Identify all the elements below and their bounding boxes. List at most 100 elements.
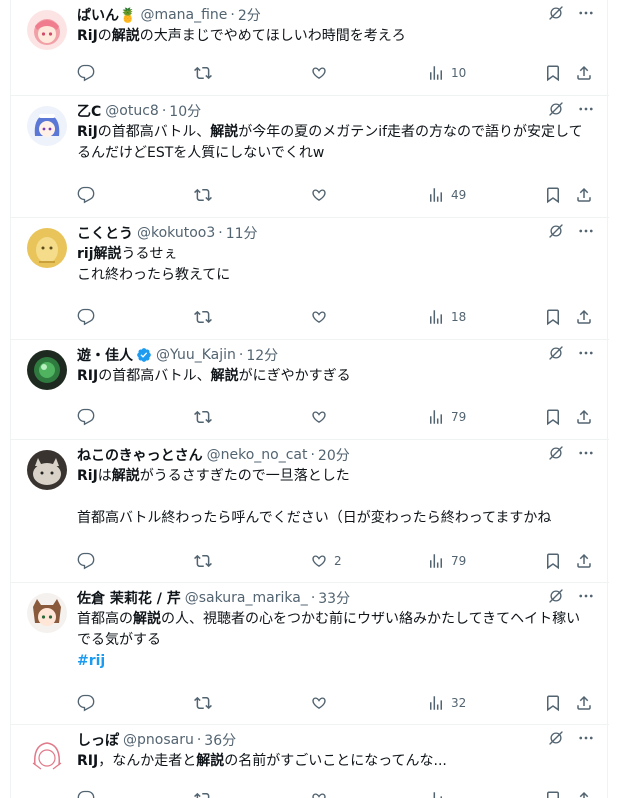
tweet[interactable]: ねこのきゃっとさん @neko_no_cat · 20分 RiJは解説がうるさす… bbox=[11, 440, 609, 583]
avatar[interactable] bbox=[27, 450, 67, 490]
separator-dot: · bbox=[218, 225, 223, 241]
retweet-button[interactable] bbox=[194, 305, 212, 329]
more-button[interactable] bbox=[577, 344, 595, 366]
views-button[interactable] bbox=[427, 787, 451, 798]
display-name[interactable]: 遊・佳人 bbox=[77, 345, 133, 365]
avatar[interactable] bbox=[27, 228, 67, 268]
bookmark-button[interactable] bbox=[544, 405, 562, 429]
user-handle[interactable]: @Yuu_Kajin bbox=[156, 347, 236, 363]
avatar[interactable] bbox=[27, 106, 67, 146]
timestamp[interactable]: 33分 bbox=[318, 588, 350, 608]
tweet[interactable]: こくとう @kokutoo3 · 11分 rij解説うるせぇ これ終わったら教え… bbox=[11, 218, 609, 340]
share-button[interactable] bbox=[575, 691, 593, 715]
grok-button[interactable] bbox=[547, 444, 565, 466]
views-button[interactable]: 10 bbox=[427, 61, 466, 85]
bookmark-button[interactable] bbox=[544, 61, 562, 85]
tweet-body: しっぽ @pnosaru · 36分 RIJ，なんか走者と解説の名前がすごいこと… bbox=[77, 729, 593, 772]
grok-button[interactable] bbox=[547, 344, 565, 366]
share-icon bbox=[577, 65, 591, 80]
grok-button[interactable] bbox=[547, 729, 565, 751]
timestamp[interactable]: 11分 bbox=[226, 223, 258, 243]
view-count: 79 bbox=[451, 410, 467, 424]
user-handle[interactable]: @sakura_marika_ bbox=[185, 590, 308, 606]
bookmark-button[interactable] bbox=[544, 787, 562, 798]
more-button[interactable] bbox=[577, 444, 595, 466]
more-button[interactable] bbox=[577, 729, 595, 751]
views-button[interactable]: 79 bbox=[427, 549, 466, 573]
tweet-actions: 18 bbox=[77, 305, 593, 329]
avatar[interactable] bbox=[27, 735, 67, 775]
reply-button[interactable] bbox=[77, 61, 101, 85]
like-button[interactable] bbox=[310, 787, 334, 798]
retweet-button[interactable] bbox=[194, 183, 212, 207]
reply-button[interactable] bbox=[77, 787, 101, 798]
timestamp[interactable]: 12分 bbox=[246, 345, 278, 365]
reply-button[interactable] bbox=[77, 183, 101, 207]
tweet[interactable]: 遊・佳人 @Yuu_Kajin · 12分 RIJの首都高バトル、解説がにぎやか… bbox=[11, 340, 609, 440]
share-button[interactable] bbox=[575, 183, 593, 207]
avatar[interactable] bbox=[27, 350, 67, 390]
tweet-top-actions bbox=[547, 444, 595, 466]
retweet-button[interactable] bbox=[194, 549, 212, 573]
display-name[interactable]: こくとう bbox=[77, 223, 133, 243]
like-button[interactable]: 2 bbox=[310, 549, 342, 573]
tweet[interactable]: ぱいん🍍 @mana_fine · 2分 RiJの解説の大声まじでやめてほしいわ… bbox=[11, 0, 609, 96]
grok-button[interactable] bbox=[547, 587, 565, 609]
retweet-button[interactable] bbox=[194, 787, 212, 798]
user-handle[interactable]: @neko_no_cat bbox=[207, 447, 308, 463]
views-button[interactable]: 18 bbox=[427, 305, 466, 329]
bookmark-button[interactable] bbox=[544, 549, 562, 573]
views-button[interactable]: 32 bbox=[427, 691, 466, 715]
user-handle[interactable]: @mana_fine bbox=[140, 7, 227, 23]
tweet[interactable]: 佐倉 茉莉花 / 芹 @sakura_marika_ · 33分 首都高の解説の… bbox=[11, 583, 609, 725]
reply-button[interactable] bbox=[77, 549, 101, 573]
bookmark-button[interactable] bbox=[544, 183, 562, 207]
retweet-icon bbox=[194, 410, 212, 424]
more-button[interactable] bbox=[577, 222, 595, 244]
timestamp[interactable]: 2分 bbox=[238, 5, 261, 25]
grok-button[interactable] bbox=[547, 222, 565, 244]
timestamp[interactable]: 10分 bbox=[169, 101, 201, 121]
like-button[interactable] bbox=[310, 691, 334, 715]
user-handle[interactable]: @otuc8 bbox=[105, 103, 159, 119]
like-button[interactable] bbox=[310, 305, 334, 329]
share-button[interactable] bbox=[575, 787, 593, 798]
retweet-button[interactable] bbox=[194, 61, 212, 85]
display-name[interactable]: 乙C bbox=[77, 101, 101, 121]
display-name[interactable]: しっぽ bbox=[77, 730, 119, 750]
share-button[interactable] bbox=[575, 405, 593, 429]
share-button[interactable] bbox=[575, 61, 593, 85]
display-name[interactable]: 佐倉 茉莉花 / 芹 bbox=[77, 588, 181, 608]
grok-button[interactable] bbox=[547, 4, 565, 26]
more-button[interactable] bbox=[577, 4, 595, 26]
views-button[interactable]: 79 bbox=[427, 405, 466, 429]
grok-icon bbox=[549, 731, 563, 745]
views-button[interactable]: 49 bbox=[427, 183, 466, 207]
retweet-button[interactable] bbox=[194, 691, 212, 715]
user-handle[interactable]: @kokutoo3 bbox=[137, 225, 215, 241]
bookmark-button[interactable] bbox=[544, 691, 562, 715]
timestamp[interactable]: 36分 bbox=[204, 730, 236, 750]
more-button[interactable] bbox=[577, 587, 595, 609]
reply-button[interactable] bbox=[77, 405, 101, 429]
more-button[interactable] bbox=[577, 100, 595, 122]
display-name[interactable]: ぱいん🍍 bbox=[77, 5, 136, 25]
bookmark-button[interactable] bbox=[544, 305, 562, 329]
timestamp[interactable]: 20分 bbox=[318, 445, 350, 465]
share-button[interactable] bbox=[575, 305, 593, 329]
like-button[interactable] bbox=[310, 405, 334, 429]
like-button[interactable] bbox=[310, 61, 334, 85]
retweet-button[interactable] bbox=[194, 405, 212, 429]
tweet[interactable]: 乙C @otuc8 · 10分 RiJの首都高バトル、解説が今年の夏のメガテンi… bbox=[11, 96, 609, 218]
bookmark-icon bbox=[547, 187, 559, 204]
avatar[interactable] bbox=[27, 10, 67, 50]
share-button[interactable] bbox=[575, 549, 593, 573]
like-button[interactable] bbox=[310, 183, 334, 207]
reply-button[interactable] bbox=[77, 691, 101, 715]
grok-button[interactable] bbox=[547, 100, 565, 122]
tweet[interactable]: しっぽ @pnosaru · 36分 RIJ，なんか走者と解説の名前がすごいこと… bbox=[11, 725, 609, 798]
avatar[interactable] bbox=[27, 593, 67, 633]
display-name[interactable]: ねこのきゃっとさん bbox=[77, 445, 203, 465]
reply-button[interactable] bbox=[77, 305, 101, 329]
user-handle[interactable]: @pnosaru bbox=[123, 732, 194, 748]
